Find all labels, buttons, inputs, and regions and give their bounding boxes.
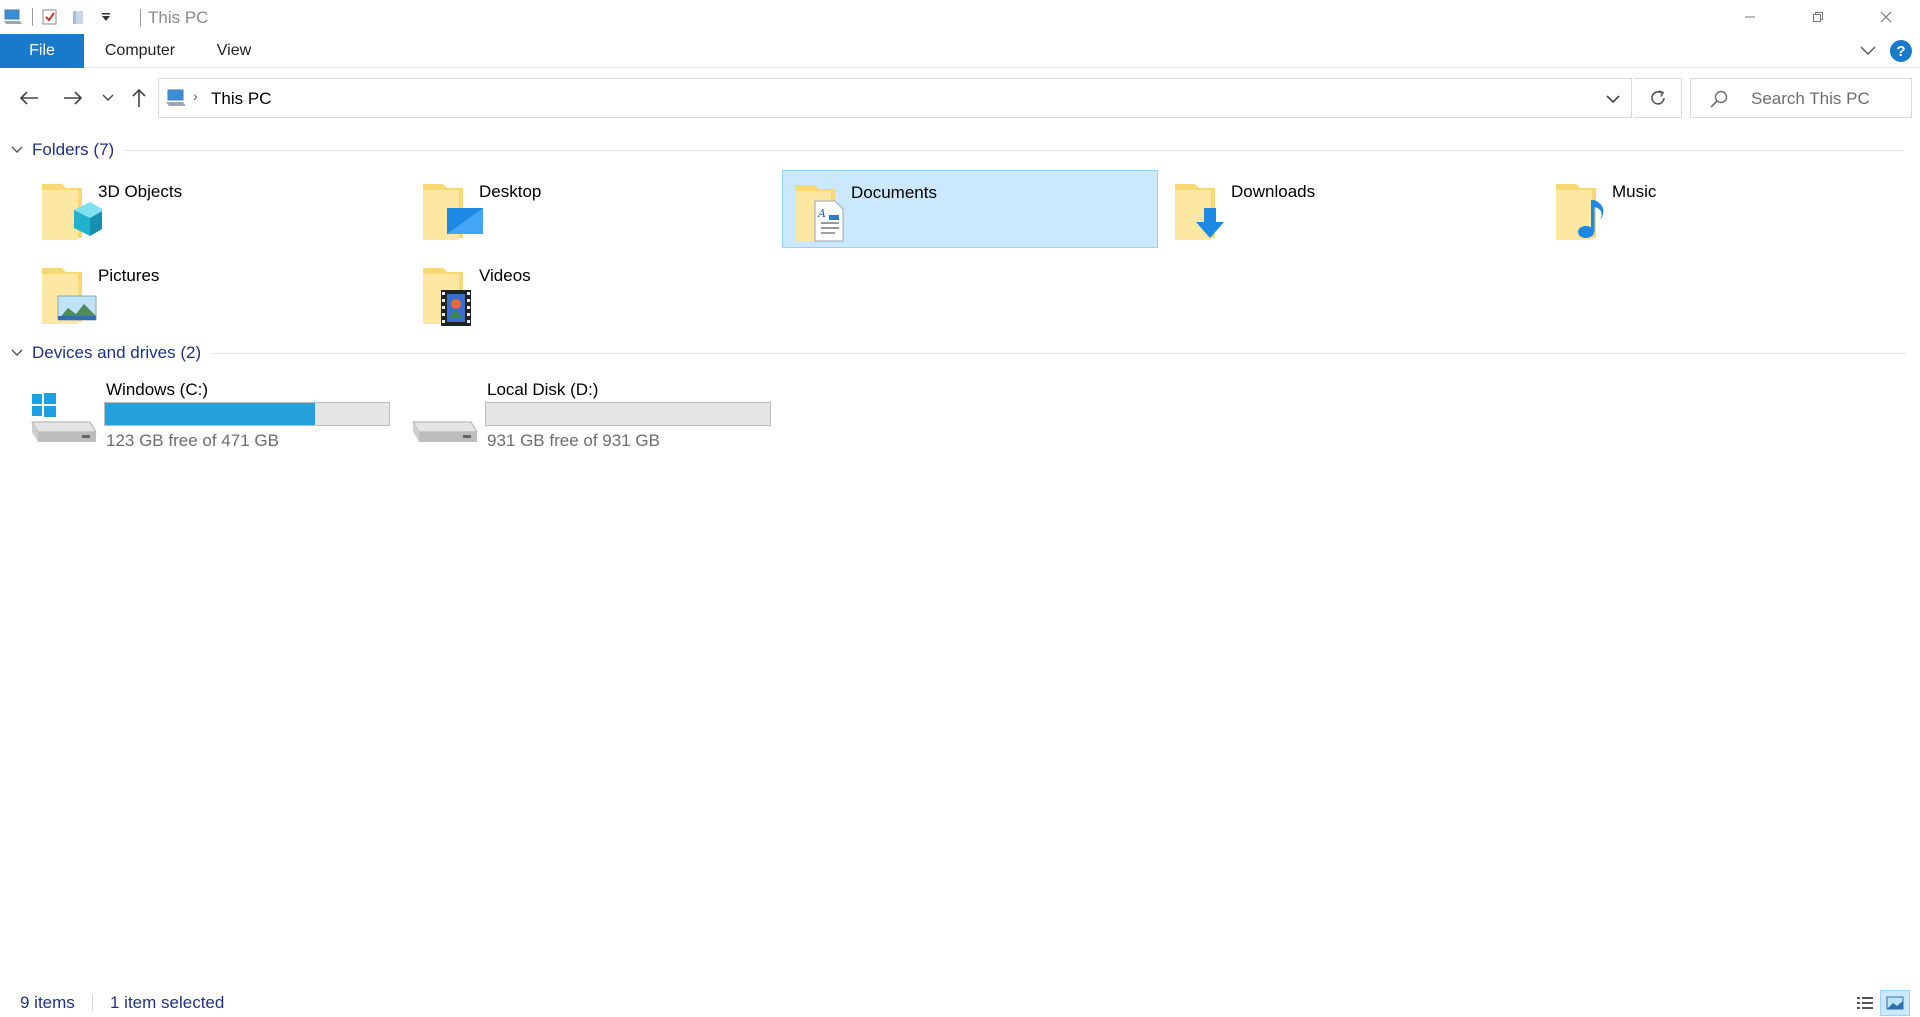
view-switcher [1850, 990, 1910, 1016]
drive-usage-bar [104, 402, 390, 426]
recent-locations-chevron-icon[interactable] [94, 84, 122, 112]
forward-arrow-icon[interactable] [58, 84, 88, 112]
music-folder-icon [1556, 184, 1604, 240]
address-history-dropdown-icon[interactable] [1603, 89, 1623, 109]
window-title: This PC [139, 8, 209, 27]
folder-name: Videos [479, 266, 531, 285]
drive-free-space: 123 GB free of 471 GB [106, 431, 279, 450]
title-bar: This PC [0, 0, 1920, 34]
drives-group-title: Devices and drives (2) [32, 343, 202, 362]
drive-usage-fill [105, 403, 315, 425]
quick-access-toolbar [2, 6, 123, 28]
drive-name: Local Disk (D:) [487, 380, 599, 399]
help-button[interactable]: ? [1890, 40, 1912, 62]
properties-icon[interactable] [39, 6, 61, 28]
documents-folder-icon: A [795, 185, 844, 242]
folder-tile-desktop[interactable]: Desktop [411, 170, 787, 248]
item-count: 9 items [20, 993, 75, 1012]
collapse-chevron-icon[interactable] [8, 141, 26, 159]
new-folder-icon[interactable] [67, 6, 89, 28]
folder-tile-pictures[interactable]: Pictures [30, 254, 406, 332]
ribbon-right-controls: ? [1856, 39, 1912, 63]
group-divider [211, 352, 1907, 354]
folder-tile-music[interactable]: Music [1544, 170, 1920, 248]
folder-tile-videos[interactable]: Videos [411, 254, 787, 332]
folder-name: Pictures [98, 266, 160, 285]
refresh-button[interactable] [1634, 78, 1682, 118]
folder-name: Desktop [479, 182, 542, 201]
back-arrow-icon[interactable] [14, 84, 44, 112]
address-bar[interactable]: › This PC [158, 78, 1632, 118]
status-separator [92, 994, 93, 1012]
this-pc-small-icon [165, 88, 187, 113]
folder-tile-downloads[interactable]: Downloads [1163, 170, 1539, 248]
drive-name: Windows (C:) [106, 380, 209, 399]
drive-free-space: 931 GB free of 931 GB [487, 431, 660, 450]
search-icon [1709, 89, 1729, 114]
breadcrumb-chevron-icon[interactable]: › [193, 88, 198, 104]
restore-button[interactable] [1784, 0, 1852, 34]
folders-group-header[interactable]: Folders (7) [8, 138, 1905, 162]
window-controls [1716, 0, 1920, 34]
desktop-folder-icon [423, 184, 483, 240]
large-icons-view-icon[interactable] [1880, 990, 1910, 1016]
drive-tile-local-disk-d[interactable]: Local Disk (D:) 931 GB free of 931 GB [411, 378, 787, 458]
customize-qat-dropdown-icon[interactable] [95, 6, 117, 28]
up-arrow-icon[interactable] [124, 84, 154, 112]
search-placeholder: Search This PC [1751, 89, 1870, 108]
folder-tile-documents[interactable]: A Documents [782, 170, 1158, 248]
folders-group-title: Folders (7) [32, 140, 115, 159]
this-pc-icon[interactable] [2, 6, 24, 28]
selection-count: 1 item selected [110, 993, 225, 1012]
drives-group-header[interactable]: Devices and drives (2) [8, 341, 1907, 365]
svg-text:A: A [817, 207, 826, 220]
close-button[interactable] [1852, 0, 1920, 34]
group-divider [124, 149, 1905, 151]
breadcrumb-this-pc[interactable]: This PC [211, 89, 271, 109]
qat-separator [32, 8, 33, 26]
folder-name: Downloads [1231, 182, 1316, 201]
tab-view[interactable]: View [206, 34, 262, 68]
folder-name: 3D Objects [98, 182, 183, 201]
downloads-folder-icon [1175, 184, 1224, 240]
folder-name: Music [1612, 182, 1657, 201]
videos-folder-icon [423, 268, 471, 326]
folder-tile-3d-objects[interactable]: 3D Objects [30, 170, 406, 248]
drive-tile-windows-c[interactable]: Windows (C:) 123 GB free of 471 GB [30, 378, 406, 458]
ribbon-tab-bar: File Computer View ? [0, 34, 1920, 68]
details-view-icon[interactable] [1850, 990, 1880, 1016]
drive-usage-bar [485, 402, 771, 426]
navigation-bar: › This PC Search This PC [0, 70, 1920, 126]
refresh-icon [1650, 90, 1665, 105]
tab-computer[interactable]: Computer [98, 34, 182, 68]
search-box[interactable]: Search This PC [1690, 78, 1912, 118]
windows-drive-icon [31, 393, 97, 442]
expand-ribbon-chevron-icon[interactable] [1856, 39, 1880, 63]
folder-name: Documents [851, 183, 937, 202]
local-disk-icon [412, 421, 478, 442]
status-bar: 9 items 1 item selected [0, 990, 1920, 1017]
3d-objects-folder-icon [42, 184, 102, 240]
pictures-folder-icon [42, 268, 97, 324]
collapse-chevron-icon[interactable] [8, 344, 26, 362]
tab-file[interactable]: File [0, 34, 84, 68]
minimize-button[interactable] [1716, 0, 1784, 34]
